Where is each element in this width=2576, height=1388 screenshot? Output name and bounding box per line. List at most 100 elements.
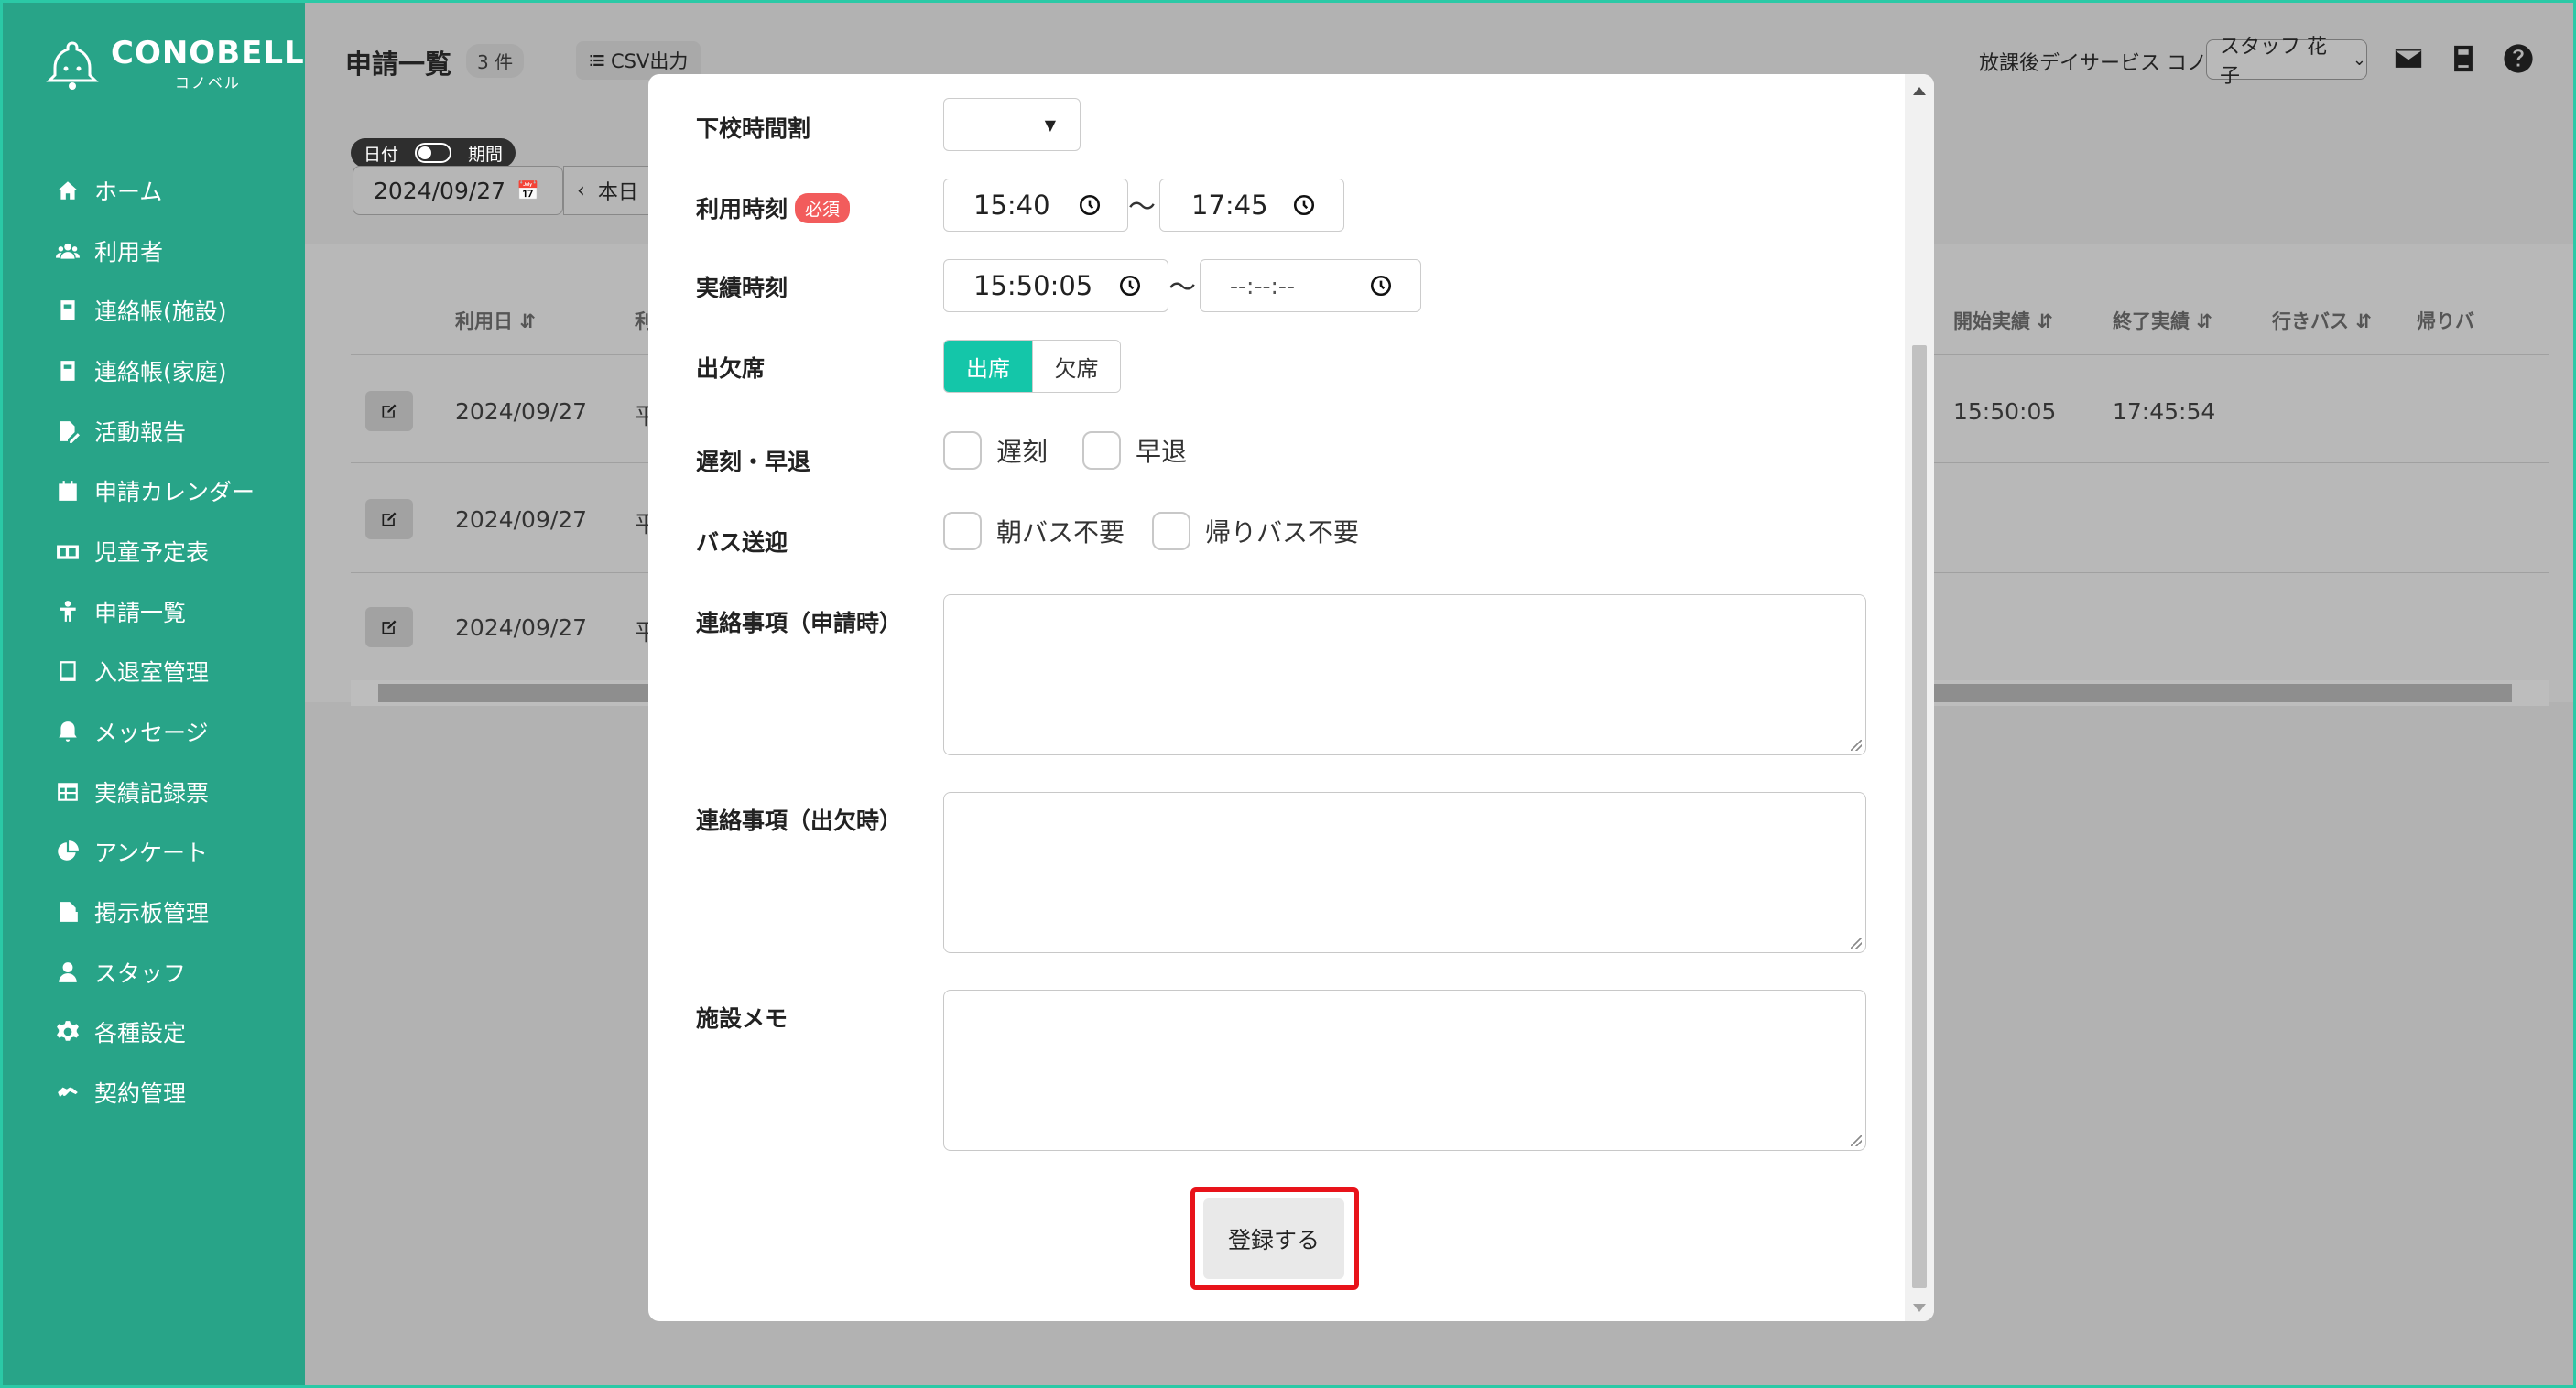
sidebar-item-schedule[interactable]: 児童予定表: [56, 521, 255, 581]
actual-time-start-input[interactable]: 15:50:05: [943, 259, 1168, 312]
sidebar-item-board[interactable]: 掲示板管理: [56, 882, 255, 942]
checkbox-box[interactable]: [943, 431, 982, 470]
morning-bus-not-needed-checkbox[interactable]: 朝バス不要: [943, 512, 1125, 550]
col-header-bus-back[interactable]: 帰りバ: [2417, 307, 2474, 334]
notebook-icon: [56, 298, 80, 322]
col-header-end[interactable]: 終了実績 ⇵: [2113, 307, 2212, 334]
mail-button[interactable]: [2393, 43, 2426, 76]
attend-present-button[interactable]: 出席: [944, 341, 1032, 392]
edit-button[interactable]: [365, 499, 413, 539]
sidebar-item-label: ホーム: [94, 178, 163, 205]
late-label: 遅刻: [996, 437, 1049, 467]
brand-name: CONOBELL: [111, 35, 305, 71]
handshake-icon: [56, 1080, 80, 1104]
sidebar-item-users[interactable]: 利用者: [56, 221, 255, 281]
csv-export-label: CSV出力: [611, 50, 689, 72]
sidebar-item-label: 実績記録票: [94, 779, 210, 807]
pie-chart-icon: [56, 840, 80, 863]
late-checkbox[interactable]: 遅刻: [943, 431, 1048, 470]
bell-icon: [56, 720, 80, 743]
sidebar-item-label: 利用者: [94, 238, 164, 266]
date-input[interactable]: 2024/09/27 📅: [353, 166, 563, 215]
sidebar-item-label: 申請カレンダー: [94, 479, 255, 506]
morning-bus-label: 朝バス不要: [996, 517, 1125, 548]
sort-icon: ⇵: [2196, 310, 2212, 332]
chevron-left-icon: ‹: [577, 179, 585, 202]
use-time-start-input[interactable]: 15:40: [943, 179, 1128, 232]
file-image-icon: [56, 900, 80, 924]
col-header-start[interactable]: 開始実績 ⇵: [1953, 307, 2053, 334]
sidebar-item-label: 掲示板管理: [94, 900, 210, 927]
calendar-picker-icon: 📅: [516, 179, 539, 201]
gear-icon: [56, 1020, 80, 1044]
clock-icon: [1370, 275, 1392, 297]
today-label: 本日: [597, 181, 638, 204]
school-period-select[interactable]: ▼: [943, 98, 1081, 151]
date-mode-toggle[interactable]: 日付 期間: [351, 138, 516, 168]
sidebar-item-messages[interactable]: メッセージ: [56, 701, 255, 762]
clock-icon: [1119, 275, 1141, 297]
sidebar-item-settings[interactable]: 各種設定: [56, 1003, 255, 1063]
file-pen-icon: [56, 419, 80, 443]
scroll-up-icon[interactable]: [1913, 87, 1926, 95]
page-title: 申請一覧: [345, 49, 452, 80]
sidebar-item-notebook-home[interactable]: 連絡帳(家庭): [56, 341, 255, 401]
date-value: 2024/09/27: [374, 177, 506, 204]
staff-name: スタッフ 花子: [2220, 36, 2327, 88]
scrollbar-thumb[interactable]: [1912, 345, 1927, 1288]
notebook-icon: [56, 359, 80, 383]
return-bus-label: 帰りバス不要: [1205, 517, 1360, 548]
application-edit-modal: 下校時間割 ▼ 利用時刻 必須 15:40 〜 17:45 実績時刻 15:50…: [648, 74, 1934, 1321]
early-leave-label: 早退: [1136, 437, 1188, 467]
sidebar: CONOBELL コノベル ホーム 利用者 連絡帳(施設) 連絡帳(家庭) 活動…: [3, 3, 305, 1385]
calendar-icon: [56, 479, 80, 503]
count-badge: 3 件: [466, 44, 525, 78]
sidebar-item-records[interactable]: 実績記録票: [56, 762, 255, 822]
sidebar-item-staff[interactable]: スタッフ: [56, 942, 255, 1003]
staff-select[interactable]: スタッフ 花子 ⌄: [2206, 36, 2367, 88]
user-icon: [56, 960, 80, 984]
return-bus-not-needed-checkbox[interactable]: 帰りバス不要: [1152, 512, 1359, 550]
actual-time-end-input[interactable]: --:--:--: [1200, 259, 1421, 312]
edit-icon: [382, 620, 397, 634]
edit-icon: [382, 404, 397, 418]
sidebar-item-activity[interactable]: 活動報告: [56, 401, 255, 461]
clock-icon: [1079, 194, 1101, 216]
edit-icon: [382, 512, 397, 526]
use-time-end-input[interactable]: 17:45: [1159, 179, 1344, 232]
checkbox-box[interactable]: [1152, 512, 1190, 550]
attendance-label: 出欠席: [696, 355, 766, 382]
register-button[interactable]: 登録する: [1203, 1198, 1344, 1279]
cell-start: 15:50:05: [1953, 398, 2057, 425]
actual-time-label: 実績時刻: [696, 275, 788, 301]
col-header-date[interactable]: 利用日 ⇵: [455, 307, 536, 334]
sidebar-item-home[interactable]: ホーム: [56, 160, 255, 221]
facility-memo-textarea[interactable]: [943, 990, 1866, 1151]
manual-button[interactable]: [2448, 43, 2481, 76]
checkbox-box[interactable]: [1082, 431, 1121, 470]
vertical-scrollbar[interactable]: [1905, 74, 1934, 1321]
school-period-label: 下校時間割: [696, 115, 811, 142]
note-attend-textarea[interactable]: [943, 792, 1866, 953]
sidebar-item-survey[interactable]: アンケート: [56, 822, 255, 883]
logo[interactable]: CONOBELL コノベル: [43, 36, 305, 94]
sidebar-item-notebook-facility[interactable]: 連絡帳(施設): [56, 280, 255, 341]
late-early-label: 遅刻・早退: [696, 449, 811, 475]
sidebar-item-calendar[interactable]: 申請カレンダー: [56, 461, 255, 521]
checkbox-box[interactable]: [943, 512, 982, 550]
edit-button[interactable]: [365, 391, 413, 431]
early-leave-checkbox[interactable]: 早退: [1082, 431, 1187, 470]
sidebar-item-entry-exit[interactable]: 入退室管理: [56, 642, 255, 702]
header-icons: [2393, 43, 2558, 76]
edit-button[interactable]: [365, 607, 413, 647]
bell-logo-icon: [46, 41, 99, 90]
attend-absent-button[interactable]: 欠席: [1032, 341, 1120, 392]
scroll-down-icon[interactable]: [1913, 1304, 1926, 1312]
sidebar-item-contract[interactable]: 契約管理: [56, 1062, 255, 1122]
col-header-bus-go[interactable]: 行きバス ⇵: [2272, 307, 2372, 334]
toggle-switch[interactable]: [415, 143, 451, 163]
help-button[interactable]: [2503, 43, 2536, 76]
note-apply-textarea[interactable]: [943, 594, 1866, 755]
note-attend-label: 連絡事項（出欠時）: [696, 808, 903, 834]
sidebar-item-applications[interactable]: 申請一覧: [56, 581, 255, 642]
